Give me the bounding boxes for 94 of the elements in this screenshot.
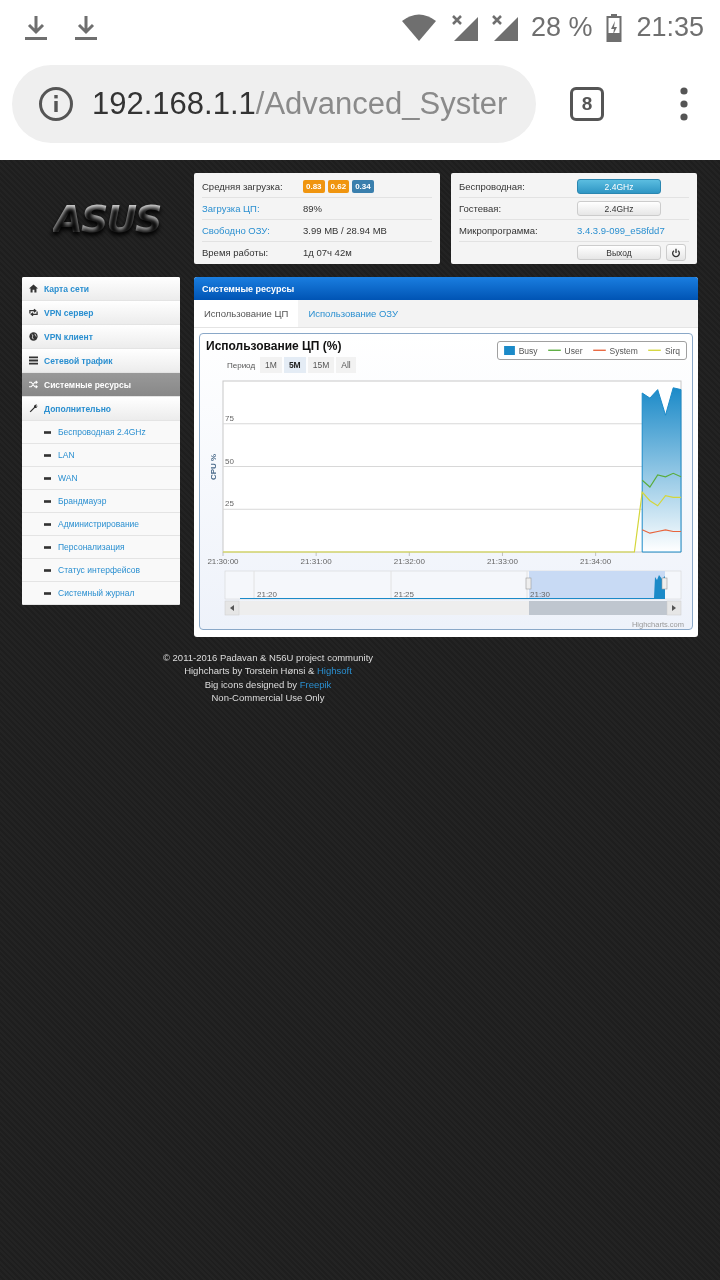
menu-icon[interactable] <box>680 86 688 121</box>
dash-icon <box>44 499 51 503</box>
sidebar-item[interactable]: Персонализация <box>22 536 180 559</box>
tab-count-button[interactable]: 8 <box>570 86 604 121</box>
info-icon[interactable] <box>38 85 74 122</box>
panel-header: Системные ресурсы <box>194 277 698 300</box>
x-tick-label: 21:30:00 <box>207 557 239 566</box>
scroll-right-button[interactable] <box>666 600 682 616</box>
x-tick-label: 21:33:00 <box>486 557 519 566</box>
period-button[interactable]: 15M <box>307 357 335 373</box>
wrench-icon <box>29 404 38 413</box>
navigator-label: 21:20 <box>257 590 278 599</box>
scroll-left-button[interactable] <box>224 600 240 616</box>
dash-icon <box>44 453 51 457</box>
info-value: 3.99 MB / 28.94 MB <box>303 225 387 236</box>
y-axis-title: CPU % <box>209 453 218 481</box>
y-tick-label: 50 <box>225 456 234 466</box>
navigator-handle[interactable] <box>661 577 668 590</box>
period-button[interactable]: 5M <box>283 357 306 373</box>
dash-icon <box>44 568 51 572</box>
info-label: Микропрограмма: <box>459 225 539 236</box>
user-line <box>641 472 682 488</box>
list-icon <box>29 356 38 365</box>
download-icon <box>74 13 98 42</box>
tab[interactable]: Использование ОЗУ <box>298 300 408 327</box>
navigator-label: 21:25 <box>394 590 415 599</box>
load-badge: 0.83 <box>303 180 325 193</box>
footer-link[interactable]: Highsoft <box>317 665 352 677</box>
navigator-handle[interactable] <box>525 577 532 590</box>
legend-item[interactable]: Busy <box>503 345 538 356</box>
footer-text: Big icons designed by Freepik <box>204 677 332 691</box>
x-tick-label: 21:34:00 <box>580 557 612 566</box>
sidebar-item[interactable]: WAN <box>22 467 180 490</box>
info-label: Средняя загрузка: <box>202 181 284 192</box>
address-bar[interactable]: 192.168.1.1/Advanced_Syster <box>12 64 536 143</box>
sidebar-item[interactable]: Карта сети <box>22 277 180 301</box>
band-toggle[interactable]: 2.4GHz <box>577 179 661 194</box>
info-link[interactable]: Свободно ОЗУ: <box>202 225 303 236</box>
footer-text: Non-Commercial Use Only <box>211 690 325 705</box>
info-label: Гостевая: <box>459 203 503 214</box>
navigator-selection[interactable] <box>529 571 665 599</box>
period-label: Период <box>227 360 256 370</box>
chart-title: Использование ЦП (%) <box>206 339 343 353</box>
navigator-label: 21:30 <box>530 590 551 599</box>
sidebar-item[interactable]: Брандмауэр <box>22 490 180 513</box>
logout-button[interactable]: Выход <box>577 245 661 260</box>
dash-icon <box>44 545 51 549</box>
legend-item[interactable]: User <box>547 345 583 356</box>
sidebar-item[interactable]: Системный журнал <box>22 582 180 605</box>
dash-icon <box>44 522 51 526</box>
period-button[interactable]: 1M <box>260 357 282 373</box>
dash-icon <box>44 591 51 595</box>
footer-text: © 2011-2016 Padavan & N56U project community <box>162 651 374 665</box>
repeat-icon <box>29 308 38 317</box>
sidebar-item[interactable]: Статус интерфейсов <box>22 559 180 582</box>
clock: 21:35 <box>636 12 704 43</box>
footer-text: Highcharts by Torstein Hønsi & Highsoft <box>184 664 352 678</box>
firmware-link[interactable]: 3.4.3.9-099_e58fdd7 <box>577 225 665 236</box>
info-link[interactable]: Загрузка ЦП: <box>202 203 303 214</box>
period-button[interactable]: All <box>336 357 356 373</box>
footer-link[interactable]: Freepik <box>299 678 332 690</box>
band-toggle[interactable]: 2.4GHz <box>577 201 661 216</box>
sidebar-item[interactable]: LAN <box>22 444 180 467</box>
system-line <box>641 529 682 534</box>
y-tick-label: 25 <box>225 499 234 509</box>
home-icon <box>29 284 38 293</box>
info-value: 89% <box>303 203 322 214</box>
dash-icon <box>44 476 51 480</box>
x-tick-label: 21:31:00 <box>300 557 332 566</box>
shuffle-icon <box>29 380 38 389</box>
load-badge: 0.62 <box>327 180 350 193</box>
info-label: Время работы: <box>202 247 270 258</box>
sidebar-item[interactable]: Беспроводная 2.4GHz <box>22 421 180 444</box>
power-icon <box>671 247 681 258</box>
info-value: 1д 07ч 42м <box>303 247 352 258</box>
legend-item[interactable]: System <box>592 345 638 356</box>
battery-icon <box>606 13 623 42</box>
power-button[interactable] <box>666 244 686 261</box>
x-tick-label: 21:32:00 <box>393 557 425 566</box>
sidebar-item[interactable]: Администрирование <box>22 513 180 536</box>
signal-icon <box>450 13 479 42</box>
wifi-icon <box>400 13 437 42</box>
signal-icon <box>490 13 519 42</box>
sidebar-item[interactable]: Системные ресурсы <box>22 373 180 397</box>
info-label: Беспроводная: <box>459 181 526 192</box>
battery-percent: 28 % <box>530 12 593 43</box>
legend-item[interactable]: Sirq <box>647 345 680 356</box>
tab[interactable]: Использование ЦП <box>194 300 299 327</box>
load-badge: 0.34 <box>352 180 374 193</box>
globe-icon <box>29 332 38 341</box>
download-icon <box>24 13 48 42</box>
y-tick-label: 75 <box>225 413 234 423</box>
dash-icon <box>44 430 51 434</box>
scrollbar-thumb[interactable] <box>529 601 667 615</box>
